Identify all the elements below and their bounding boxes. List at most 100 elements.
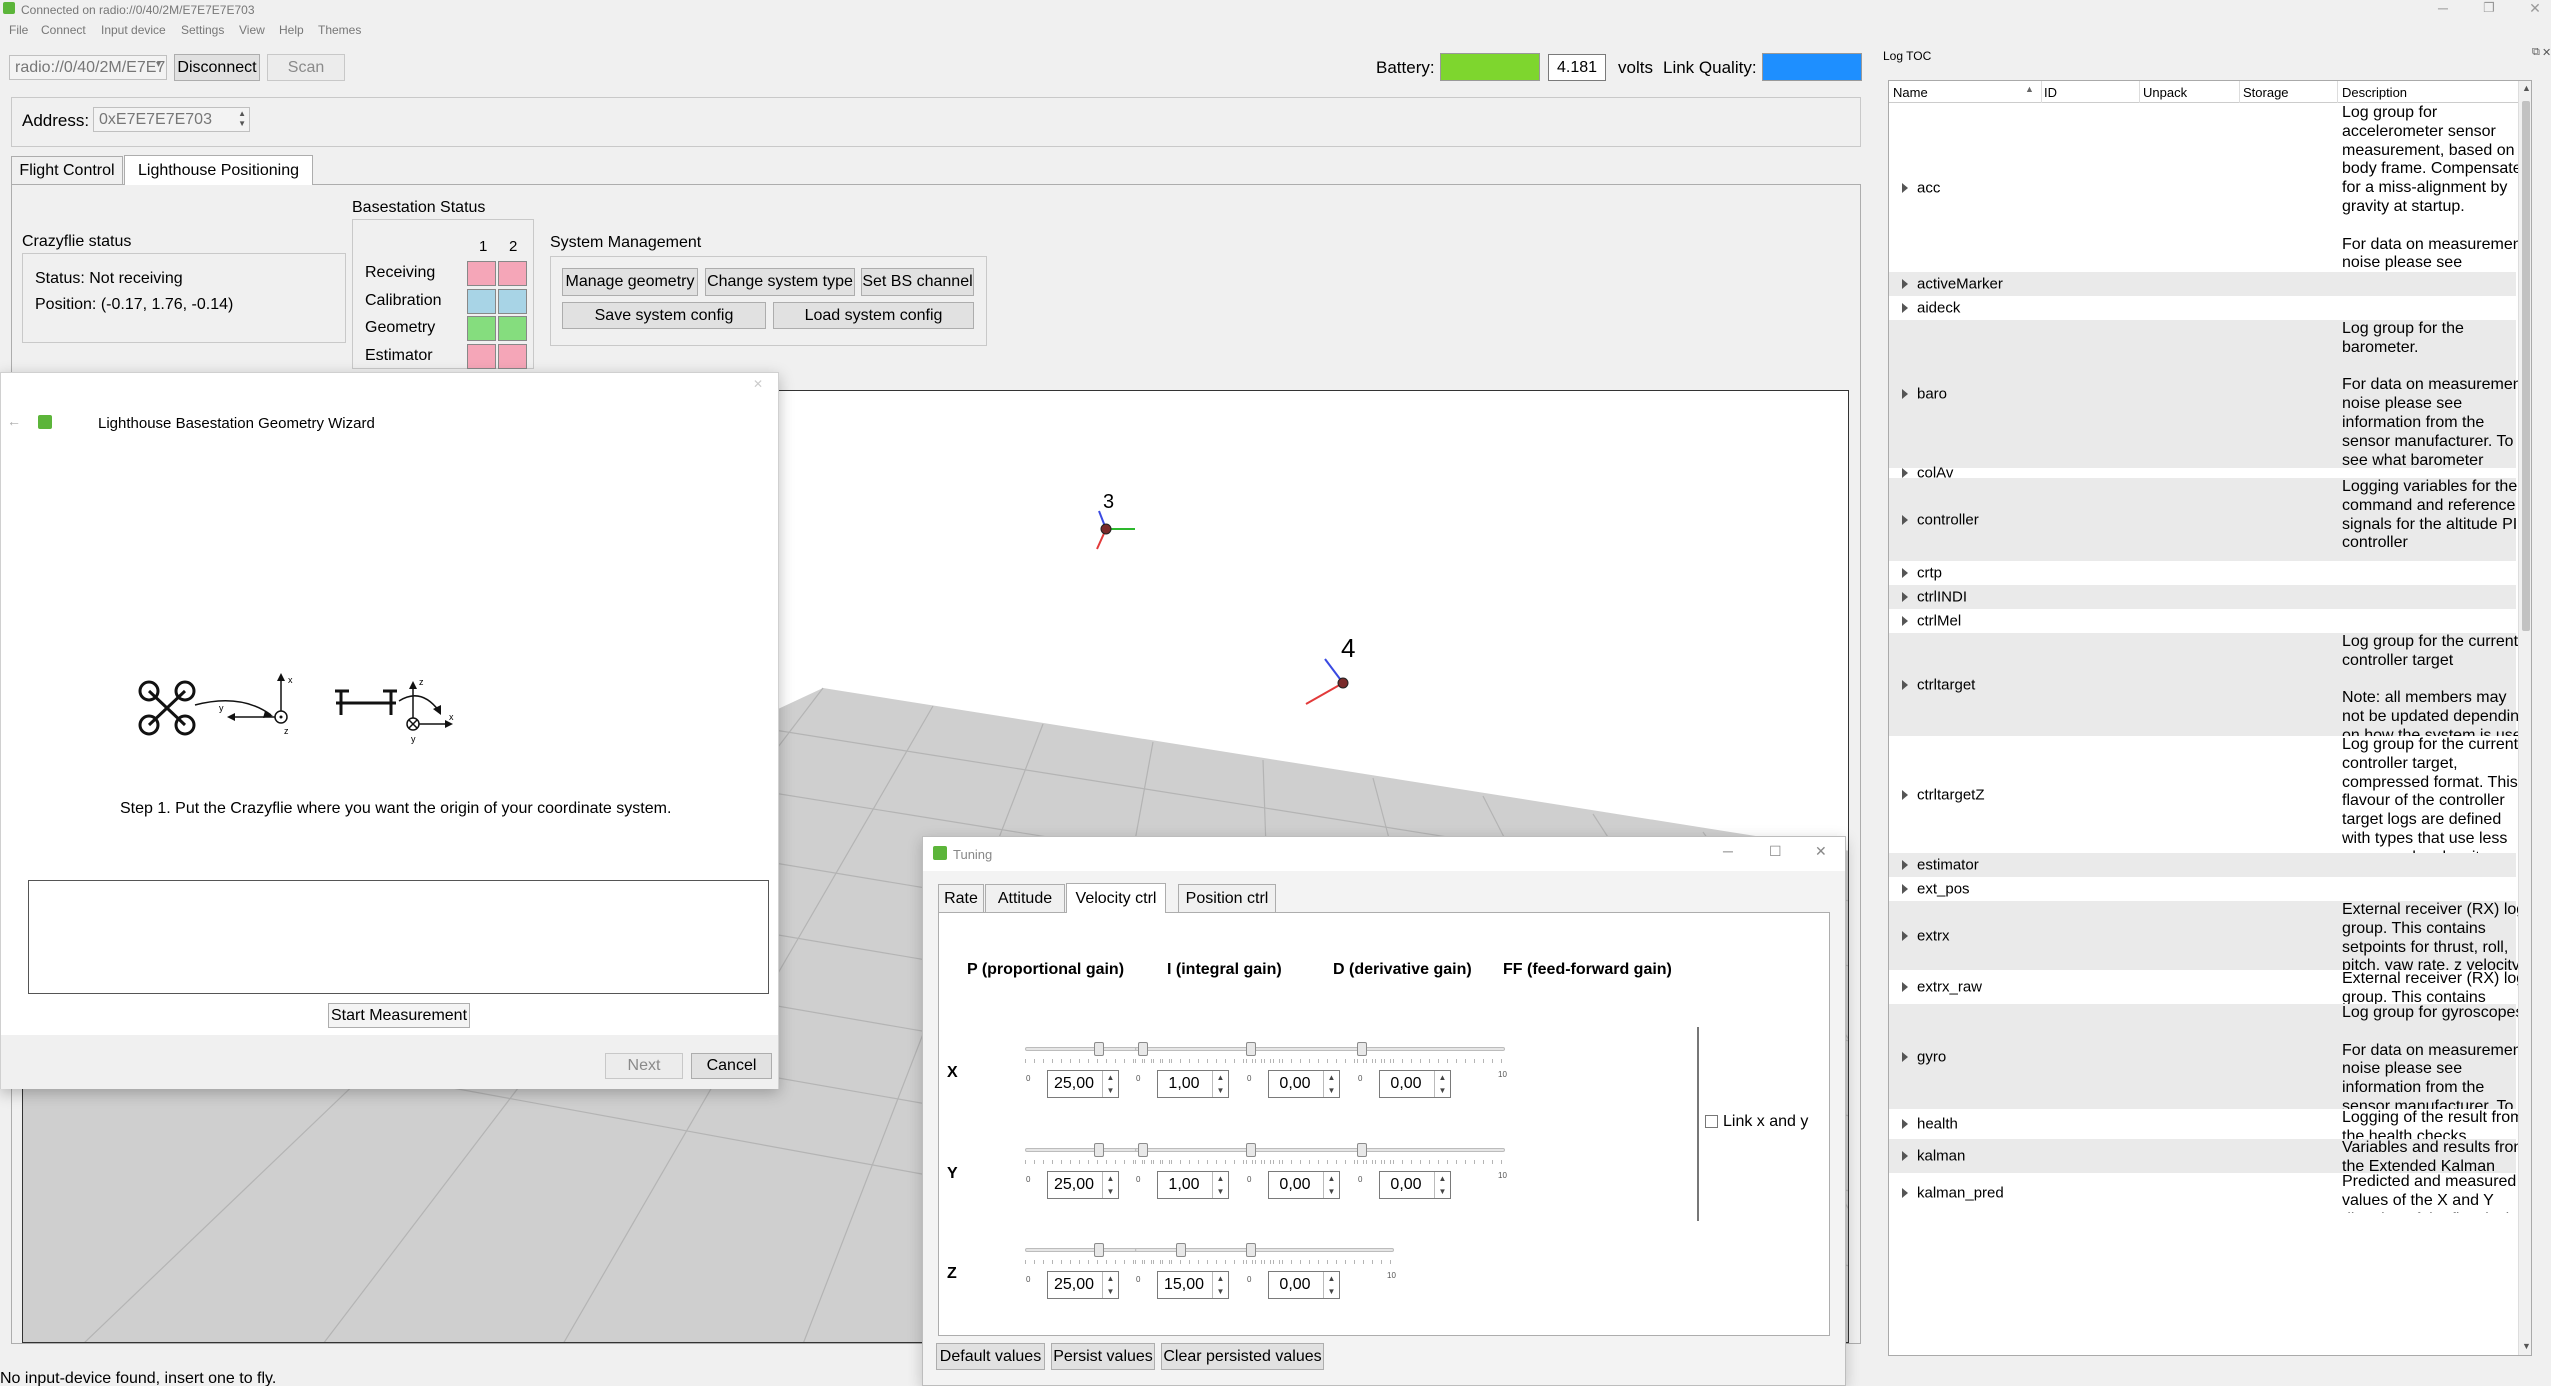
expand-arrow-icon[interactable] — [1902, 982, 1908, 992]
header-storage[interactable]: Storage — [2243, 85, 2289, 100]
log-group-row[interactable]: kalman_predPredicted and measured values… — [1889, 1173, 2516, 1213]
expand-arrow-icon[interactable] — [1902, 468, 1908, 478]
menu-help[interactable]: Help — [279, 23, 304, 37]
gain-spinbox[interactable]: 0,00▲▼ — [1268, 1271, 1340, 1299]
slider-handle[interactable] — [1357, 1042, 1367, 1056]
link-xy-checkbox[interactable] — [1705, 1115, 1718, 1128]
spin-up-icon[interactable]: ▲ — [1212, 1071, 1228, 1084]
menu-view[interactable]: View — [239, 23, 265, 37]
log-group-row[interactable]: healthLogging of the result from the hea… — [1889, 1109, 2516, 1139]
gain-spinbox[interactable]: 0,00▲▼ — [1379, 1171, 1451, 1199]
clear-persisted-values-button[interactable]: Clear persisted values — [1161, 1343, 1324, 1370]
slider-handle[interactable] — [1357, 1143, 1367, 1157]
spin-down-icon[interactable]: ▼ — [1212, 1185, 1228, 1198]
spin-down-icon[interactable]: ▼ — [1212, 1084, 1228, 1097]
maximize-icon[interactable]: ❐ — [2476, 0, 2502, 18]
gain-spinbox[interactable]: 25,00▲▼ — [1047, 1271, 1119, 1299]
tab-velocity-ctrl[interactable]: Velocity ctrl — [1066, 883, 1166, 913]
spin-down-icon[interactable]: ▼ — [1323, 1185, 1339, 1198]
log-group-row[interactable]: activeMarker — [1889, 272, 2516, 296]
gain-spinbox[interactable]: 0,00▲▼ — [1379, 1070, 1451, 1098]
tab-flight-control[interactable]: Flight Control — [11, 156, 123, 184]
menu-file[interactable]: File — [9, 23, 28, 37]
gain-slider[interactable] — [1246, 1243, 1394, 1257]
minimize-icon[interactable]: ─ — [2430, 0, 2456, 18]
save-system-config-button[interactable]: Save system config — [562, 302, 766, 329]
back-arrow-icon[interactable]: ← — [7, 413, 21, 429]
slider-handle[interactable] — [1138, 1042, 1148, 1056]
log-group-row[interactable]: ctrlINDI — [1889, 585, 2516, 609]
slider-handle[interactable] — [1094, 1143, 1104, 1157]
spin-up-icon[interactable]: ▲ — [1212, 1172, 1228, 1185]
spin-down-icon[interactable]: ▼ — [1102, 1185, 1118, 1198]
spin-down-icon[interactable]: ▼ — [1323, 1285, 1339, 1298]
uri-combobox[interactable]: radio://0/40/2M/E7E7E7 ▾ — [9, 55, 167, 80]
log-group-row[interactable]: gyroLog group for gyroscopes. For data o… — [1889, 1004, 2516, 1109]
close-icon[interactable]: ✕ — [2522, 0, 2548, 18]
scroll-down-icon[interactable]: ▼ — [2522, 1341, 2531, 1351]
gain-spinbox[interactable]: 1,00▲▼ — [1157, 1171, 1229, 1199]
slider-handle[interactable] — [1094, 1042, 1104, 1056]
log-group-row[interactable]: kalmanVariables and results from the Ext… — [1889, 1139, 2516, 1173]
slider-handle[interactable] — [1094, 1243, 1104, 1257]
tab-position-ctrl[interactable]: Position ctrl — [1178, 884, 1276, 912]
scroll-thumb[interactable] — [2522, 101, 2530, 631]
load-system-config-button[interactable]: Load system config — [773, 302, 974, 329]
slider-handle[interactable] — [1176, 1243, 1186, 1257]
expand-arrow-icon[interactable] — [1902, 931, 1908, 941]
dock-float-icon[interactable]: ⧉ — [2532, 46, 2540, 59]
expand-arrow-icon[interactable] — [1902, 389, 1908, 399]
change-system-type-button[interactable]: Change system type — [705, 268, 855, 296]
log-group-row[interactable]: ctrltargetZLog group for the current con… — [1889, 736, 2516, 853]
slider-handle[interactable] — [1246, 1143, 1256, 1157]
expand-arrow-icon[interactable] — [1902, 279, 1908, 289]
expand-arrow-icon[interactable] — [1902, 1052, 1908, 1062]
spin-up-icon[interactable]: ▲ — [1434, 1071, 1450, 1084]
header-unpack[interactable]: Unpack — [2143, 85, 2187, 100]
log-group-row[interactable]: controllerLogging variables for the comm… — [1889, 478, 2516, 561]
cancel-button[interactable]: Cancel — [691, 1053, 772, 1079]
spin-down-icon[interactable]: ▼ — [1102, 1084, 1118, 1097]
tab-lighthouse-positioning[interactable]: Lighthouse Positioning — [124, 155, 313, 185]
expand-arrow-icon[interactable] — [1902, 303, 1908, 313]
persist-values-button[interactable]: Persist values — [1051, 1343, 1155, 1370]
slider-handle[interactable] — [1138, 1143, 1148, 1157]
spin-up-icon[interactable]: ▲ — [1323, 1272, 1339, 1285]
vertical-scrollbar[interactable]: ▲ ▼ — [2518, 81, 2532, 1356]
spin-down-icon[interactable]: ▼ — [1102, 1285, 1118, 1298]
gain-spinbox[interactable]: 1,00▲▼ — [1157, 1070, 1229, 1098]
spin-up-icon[interactable]: ▲ — [1434, 1172, 1450, 1185]
spin-up-icon[interactable]: ▲ — [1102, 1172, 1118, 1185]
spin-down-icon[interactable]: ▼ — [1323, 1084, 1339, 1097]
log-group-row[interactable]: colAv — [1889, 468, 2516, 478]
gain-spinbox[interactable]: 0,00▲▼ — [1268, 1070, 1340, 1098]
slider-handle[interactable] — [1246, 1042, 1256, 1056]
gain-spinbox[interactable]: 25,00▲▼ — [1047, 1070, 1119, 1098]
maximize-icon[interactable]: ☐ — [1769, 843, 1782, 860]
close-icon[interactable]: ✕ — [1815, 843, 1827, 860]
log-group-row[interactable]: extrxExternal receiver (RX) log group. T… — [1889, 901, 2516, 970]
tab-rate[interactable]: Rate — [938, 884, 984, 912]
spin-down-icon[interactable]: ▼ — [1434, 1084, 1450, 1097]
menu-settings[interactable]: Settings — [181, 23, 224, 37]
header-name[interactable]: Name — [1893, 85, 1928, 100]
next-button[interactable]: Next — [605, 1053, 683, 1079]
spin-up-icon[interactable]: ▲ — [1102, 1272, 1118, 1285]
log-group-row[interactable]: extrx_rawExternal receiver (RX) log grou… — [1889, 970, 2516, 1004]
scan-button[interactable]: Scan — [267, 54, 345, 81]
gain-spinbox[interactable]: 15,00▲▼ — [1157, 1271, 1229, 1299]
header-id[interactable]: ID — [2044, 85, 2057, 100]
spin-up-icon[interactable]: ▲ — [1102, 1071, 1118, 1084]
log-group-row[interactable]: ctrlMel — [1889, 609, 2516, 633]
expand-arrow-icon[interactable] — [1902, 790, 1908, 800]
log-group-row[interactable]: ext_pos — [1889, 877, 2516, 901]
dock-close-icon[interactable]: ✕ — [2542, 46, 2551, 59]
log-group-row[interactable]: ctrltargetLog group for the current cont… — [1889, 633, 2516, 736]
set-bs-channel-button[interactable]: Set BS channel — [861, 268, 974, 296]
log-group-row[interactable]: baroLog group for the barometer. For dat… — [1889, 320, 2516, 468]
gain-slider[interactable] — [1357, 1143, 1505, 1157]
start-measurement-button[interactable]: Start Measurement — [328, 1003, 470, 1028]
gain-spinbox[interactable]: 25,00▲▼ — [1047, 1171, 1119, 1199]
expand-arrow-icon[interactable] — [1902, 616, 1908, 626]
slider-handle[interactable] — [1246, 1243, 1256, 1257]
